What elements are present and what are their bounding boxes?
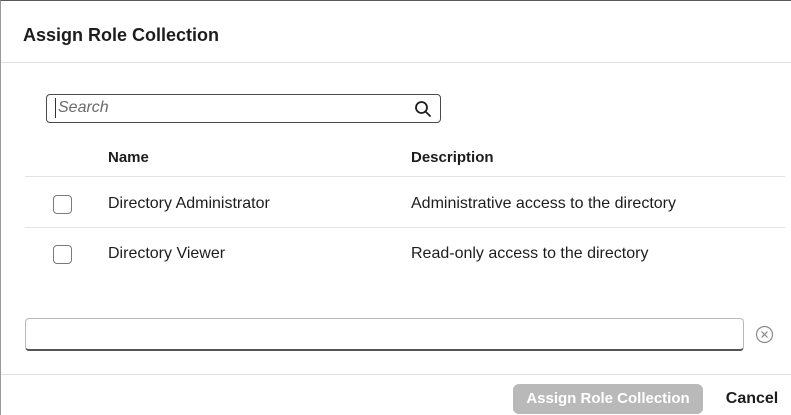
assign-role-collection-button[interactable]: Assign Role Collection bbox=[513, 384, 703, 414]
column-header-name[interactable]: Name bbox=[108, 149, 149, 166]
row-checkbox-directory-administrator[interactable] bbox=[53, 195, 72, 214]
footer-divider bbox=[1, 374, 791, 375]
clear-circle-icon[interactable] bbox=[755, 325, 774, 344]
column-header-description[interactable]: Description bbox=[411, 149, 494, 166]
row-name: Directory Administrator bbox=[108, 195, 270, 212]
header-divider bbox=[25, 176, 785, 177]
row-description: Read-only access to the directory bbox=[411, 245, 649, 262]
search-icon[interactable] bbox=[414, 100, 432, 118]
row-checkbox-directory-viewer[interactable] bbox=[53, 245, 72, 264]
role-collection-input[interactable] bbox=[25, 318, 744, 351]
cancel-button[interactable]: Cancel bbox=[717, 384, 787, 414]
dialog-title: Assign Role Collection bbox=[23, 25, 220, 45]
row-name: Directory Viewer bbox=[108, 245, 226, 262]
search-field[interactable] bbox=[46, 94, 441, 123]
row-divider bbox=[25, 227, 785, 228]
search-input[interactable] bbox=[55, 98, 403, 118]
row-description: Administrative access to the directory bbox=[411, 195, 676, 212]
assign-role-collection-dialog: Assign Role Collection Name Description … bbox=[0, 0, 791, 415]
dialog-header: Assign Role Collection bbox=[1, 1, 791, 63]
